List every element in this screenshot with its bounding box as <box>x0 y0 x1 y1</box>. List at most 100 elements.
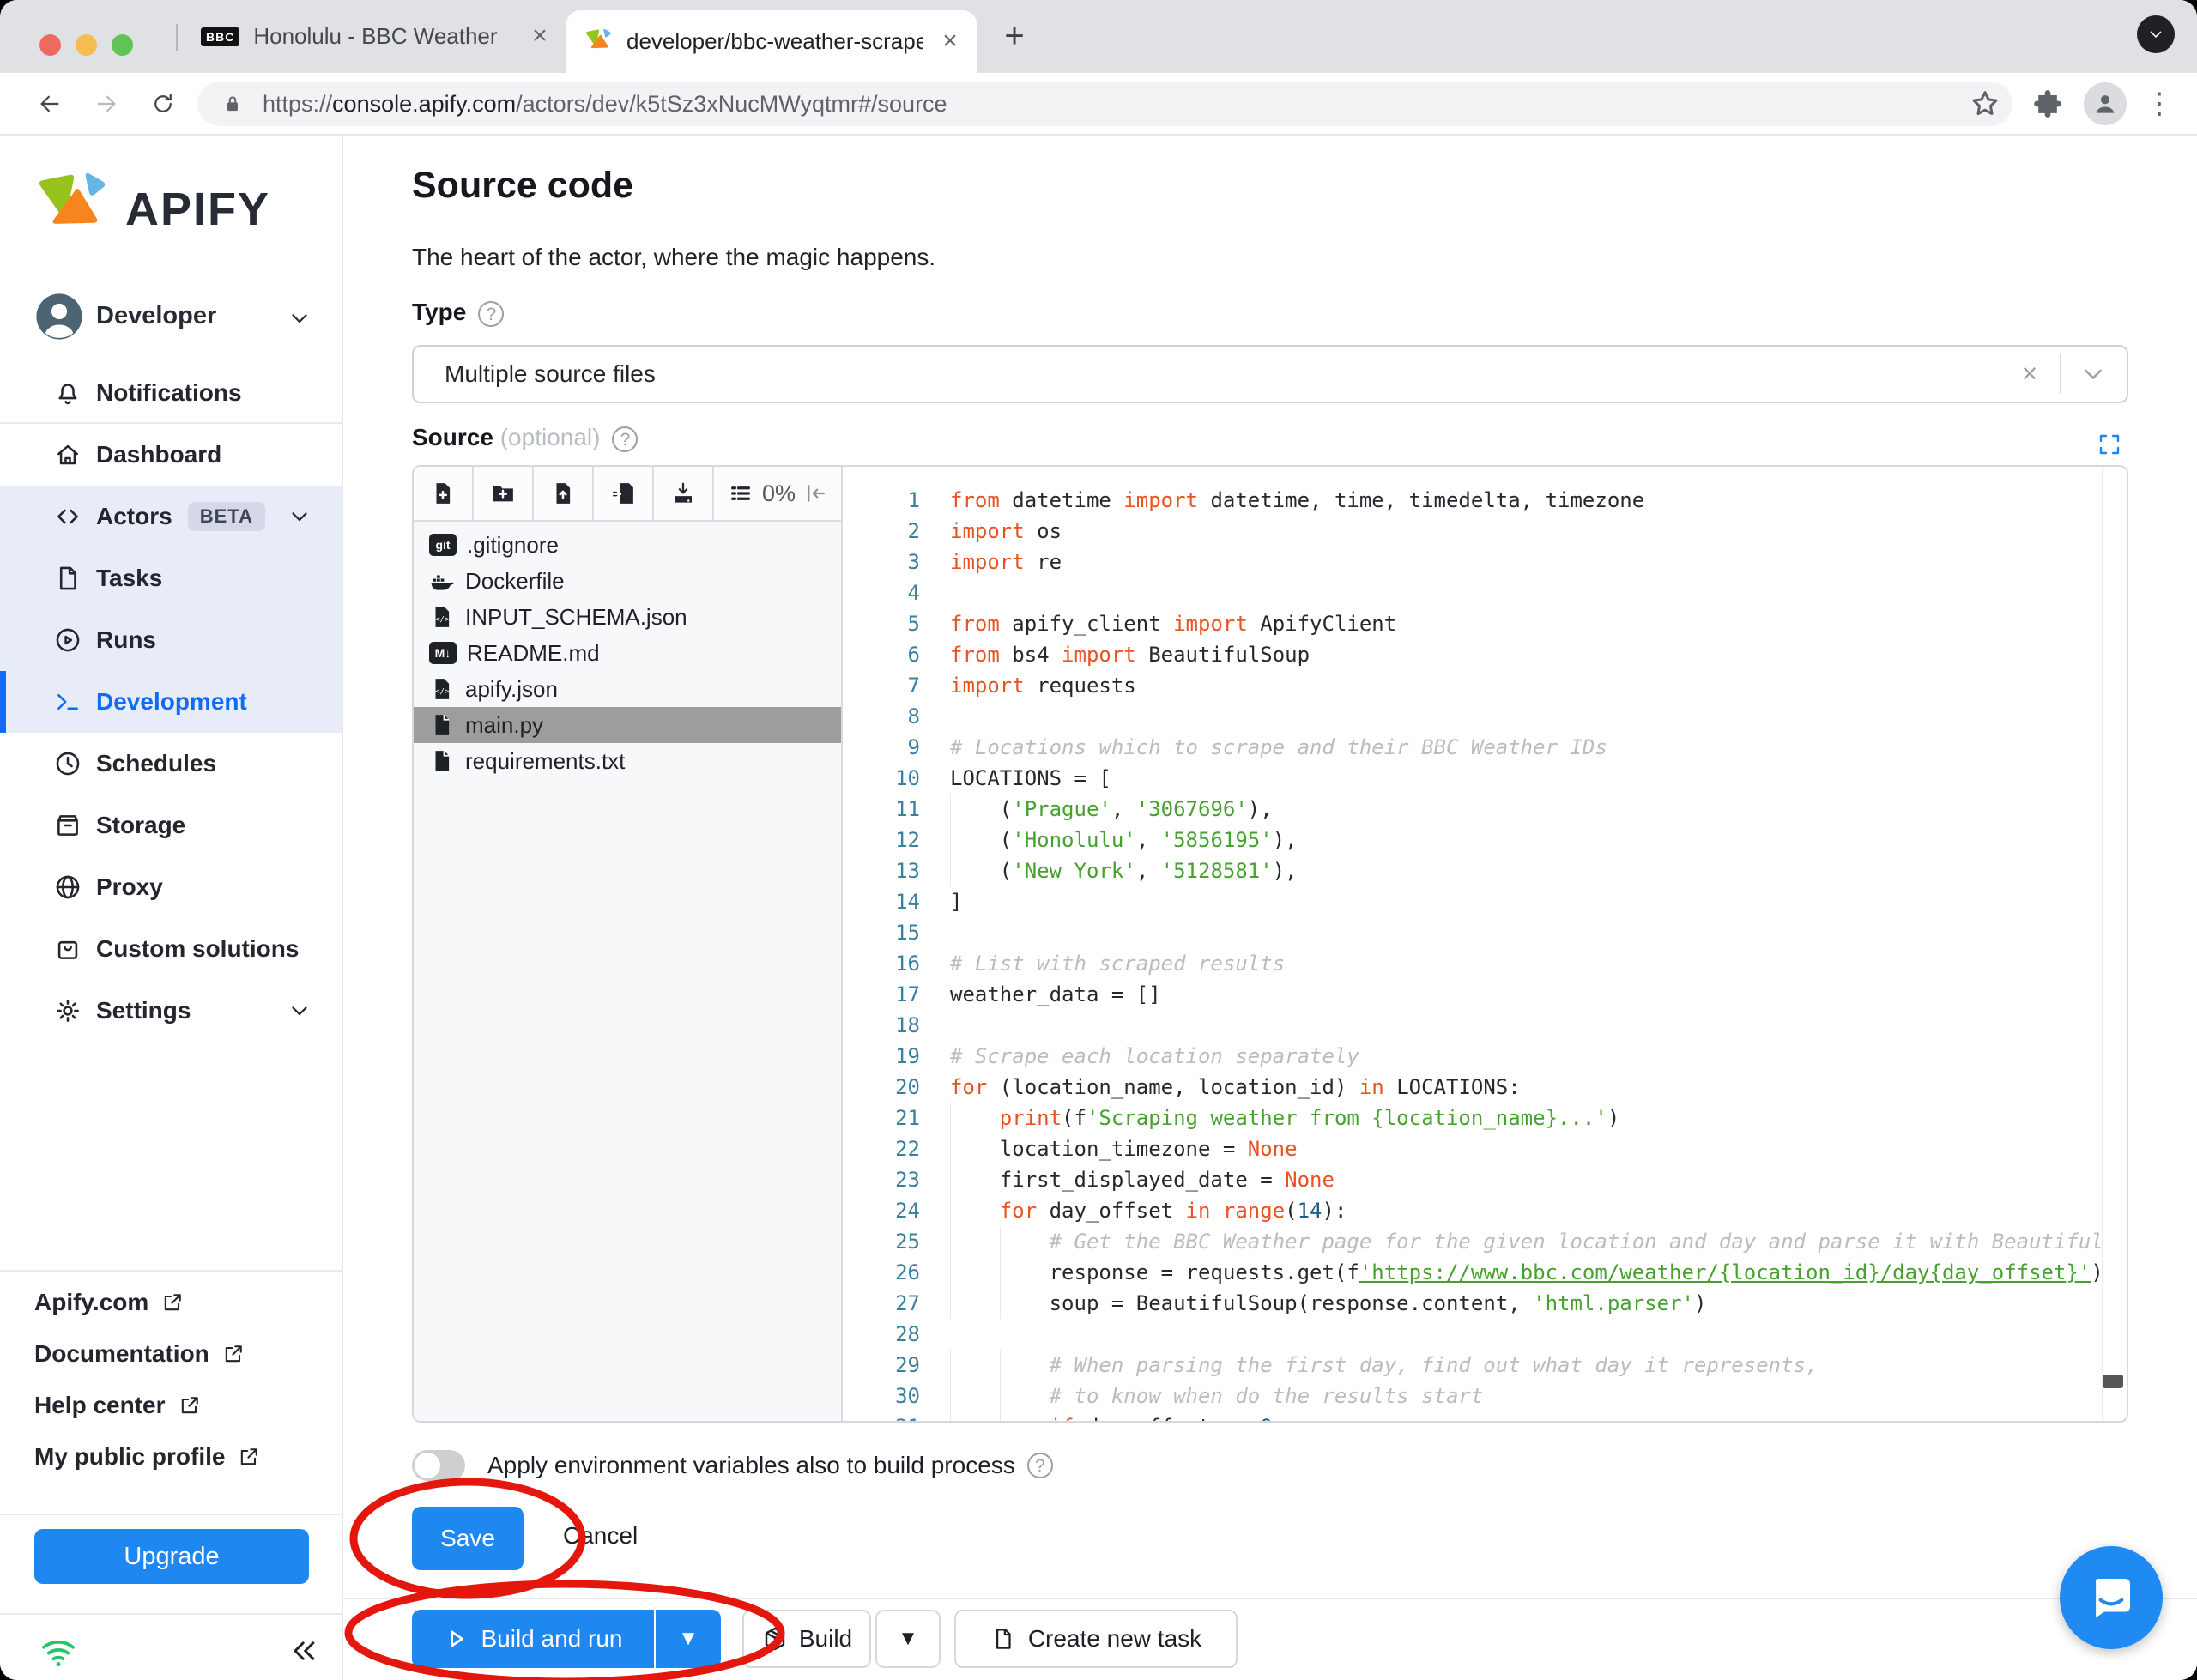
chevron-down-icon[interactable] <box>2079 360 2108 389</box>
new-tab-button[interactable]: + <box>996 19 1033 57</box>
file-item--gitignore[interactable]: git .gitignore <box>414 527 841 563</box>
code-line-29[interactable]: 29 # When parsing the first day, find ou… <box>843 1350 2101 1381</box>
build-button[interactable]: Build <box>742 1610 871 1668</box>
code-line-7[interactable]: 7 import requests <box>843 670 2101 701</box>
browser-menu-icon[interactable]: ⋮ <box>2142 85 2176 123</box>
new-file-button[interactable] <box>414 467 474 520</box>
forward-button[interactable] <box>86 83 127 124</box>
upgrade-button[interactable]: Upgrade <box>34 1529 309 1584</box>
code-line-25[interactable]: 25 # Get the BBC Weather page for the gi… <box>843 1226 2101 1257</box>
editor-scrollbar-thumb[interactable] <box>2103 1375 2123 1388</box>
sidebar-item-settings[interactable]: Settings <box>0 980 342 1042</box>
code-line-10[interactable]: 10 LOCATIONS = [ <box>843 763 2101 794</box>
sidebar-item-actors[interactable]: Actors BETA <box>0 486 342 547</box>
sidebar-item-storage[interactable]: Storage <box>0 795 342 856</box>
code-line-26[interactable]: 26 response = requests.get(f'https://www… <box>843 1257 2101 1288</box>
code-line-5[interactable]: 5 from apify_client import ApifyClient <box>843 608 2101 639</box>
code-line-13[interactable]: 13 ('New York', '5128581'), <box>843 855 2101 886</box>
create-new-task-button[interactable]: Create new task <box>954 1610 1238 1668</box>
apify-logo[interactable]: APIFY <box>33 169 270 250</box>
import-file-button[interactable] <box>594 467 654 520</box>
sidebar-item-custom-solutions[interactable]: Custom solutions <box>0 918 342 980</box>
sidebar-item-development[interactable]: Development <box>0 671 342 733</box>
build-and-run-dropdown[interactable]: ▼ <box>654 1610 721 1668</box>
sidebar-item-runs[interactable]: Runs <box>0 609 342 671</box>
cancel-button[interactable]: Cancel <box>563 1522 638 1550</box>
code-line-15[interactable]: 15 <box>843 917 2101 948</box>
account-menu[interactable]: Developer <box>0 290 342 345</box>
file-item-requirements-txt[interactable]: requirements.txt <box>414 743 841 779</box>
file-item-main-py[interactable]: main.py <box>414 707 841 743</box>
help-icon[interactable]: ? <box>478 300 505 327</box>
code-line-31[interactable]: 31 if day_offset == 0: <box>843 1411 2101 1421</box>
code-line-18[interactable]: 18 <box>843 1010 2101 1041</box>
footer-link-help-center[interactable]: Help center <box>0 1380 342 1431</box>
build-dropdown[interactable]: ▼ <box>875 1610 941 1668</box>
tab-search-button[interactable] <box>2137 15 2175 53</box>
env-variables-toggle[interactable] <box>412 1450 465 1481</box>
code-line-30[interactable]: 30 # to know when do the results start <box>843 1381 2101 1411</box>
window-close-button[interactable] <box>39 34 61 56</box>
code-line-23[interactable]: 23 first_displayed_date = None <box>843 1164 2101 1195</box>
save-button[interactable]: Save <box>412 1507 524 1570</box>
code-line-9[interactable]: 9 # Locations which to scrape and their B… <box>843 732 2101 763</box>
code-line-8[interactable]: 8 <box>843 701 2101 732</box>
sidebar-item-proxy[interactable]: Proxy <box>0 856 342 918</box>
clear-icon[interactable]: × <box>2017 360 2043 387</box>
tab-close-icon[interactable]: × <box>935 27 965 57</box>
code-line-2[interactable]: 2 import os <box>843 516 2101 547</box>
code-line-6[interactable]: 6 from bs4 import BeautifulSoup <box>843 639 2101 670</box>
reload-button[interactable] <box>142 83 184 124</box>
code-line-28[interactable]: 28 <box>843 1319 2101 1350</box>
profile-avatar[interactable] <box>2084 82 2127 125</box>
code-line-14[interactable]: 14] <box>843 886 2101 917</box>
new-folder-button[interactable] <box>474 467 534 520</box>
build-and-run-button[interactable]: Build and run <box>412 1610 654 1668</box>
file-item-apify-json[interactable]: </> apify.json <box>414 671 841 707</box>
sidebar-item-notifications[interactable]: Notifications <box>0 369 342 420</box>
code-line-22[interactable]: 22 location_timezone = None <box>843 1133 2101 1164</box>
code-line-19[interactable]: 19 # Scrape each location separately <box>843 1041 2101 1072</box>
address-bar[interactable]: https://console.apify.com/actors/dev/k5t… <box>197 82 2012 126</box>
fullscreen-icon[interactable] <box>2096 431 2123 458</box>
browser-tab-bar: BBC Honolulu - BBC Weather × developer/b… <box>0 0 2197 73</box>
file-item-dockerfile[interactable]: Dockerfile <box>414 563 841 599</box>
chat-widget-button[interactable] <box>2060 1546 2163 1649</box>
code-line-20[interactable]: 20 for (location_name, location_id) in LO… <box>843 1072 2101 1103</box>
extensions-puzzle-icon[interactable] <box>2031 87 2065 121</box>
type-select[interactable]: Multiple source files × <box>412 345 2128 403</box>
code-line-3[interactable]: 3 import re <box>843 547 2101 577</box>
tab-close-icon[interactable]: × <box>525 21 554 51</box>
collapse-sidebar-icon[interactable] <box>287 1634 321 1668</box>
list-view-icon[interactable] <box>728 480 754 506</box>
footer-link-apify-com[interactable]: Apify.com <box>0 1277 342 1328</box>
help-icon[interactable]: ? <box>1026 1453 1053 1478</box>
code-line-11[interactable]: 11 ('Prague', '3067696'), <box>843 794 2101 825</box>
collapse-panel-icon[interactable] <box>803 480 829 506</box>
bookmark-star-icon[interactable] <box>1968 87 2002 121</box>
code-line-27[interactable]: 27 soup = BeautifulSoup(response.content… <box>843 1288 2101 1319</box>
help-icon[interactable]: ? <box>612 426 639 452</box>
file-item-input-schema-json[interactable]: </> INPUT_SCHEMA.json <box>414 599 841 635</box>
sidebar-item-schedules[interactable]: Schedules <box>0 733 342 795</box>
upload-file-button[interactable] <box>534 467 594 520</box>
footer-link-my-public-profile[interactable]: My public profile <box>0 1431 342 1483</box>
code-panel[interactable]: 1 from datetime import datetime, time, ti… <box>843 467 2127 1421</box>
footer-link-documentation[interactable]: Documentation <box>0 1328 342 1380</box>
back-button[interactable] <box>29 83 70 124</box>
browser-tab-apify-console[interactable]: developer/bbc-weather-scrape × <box>566 10 977 73</box>
window-zoom-button[interactable] <box>112 34 133 56</box>
code-line-12[interactable]: 12 ('Honolulu', '5856195'), <box>843 825 2101 855</box>
download-button[interactable] <box>654 467 714 520</box>
browser-tab-bbc-weather[interactable]: BBC Honolulu - BBC Weather × <box>180 0 566 73</box>
code-line-16[interactable]: 16 # List with scraped results <box>843 948 2101 979</box>
code-line-1[interactable]: 1 from datetime import datetime, time, ti… <box>843 485 2101 516</box>
code-line-17[interactable]: 17 weather_data = [] <box>843 979 2101 1010</box>
code-line-24[interactable]: 24 for day_offset in range(14): <box>843 1195 2101 1226</box>
file-item-readme-md[interactable]: M↓ README.md <box>414 635 841 671</box>
window-minimize-button[interactable] <box>76 34 97 56</box>
code-line-4[interactable]: 4 <box>843 577 2101 608</box>
code-line-21[interactable]: 21 print(f'Scraping weather from {locati… <box>843 1103 2101 1133</box>
sidebar-item-dashboard[interactable]: Dashboard <box>0 424 342 486</box>
sidebar-item-tasks[interactable]: Tasks <box>0 547 342 609</box>
